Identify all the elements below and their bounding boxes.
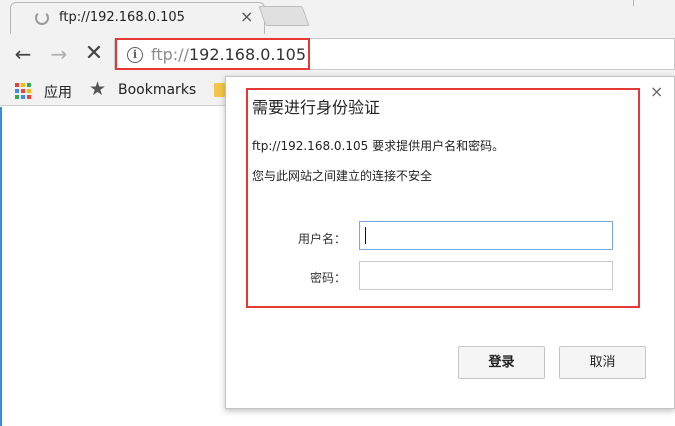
apps-grid-dot [15,83,19,87]
text-caret [365,227,366,244]
forward-arrow-icon[interactable]: → [47,42,71,66]
apps-grid-dot [21,95,25,99]
stop-loading-icon[interactable]: ✕ [82,42,106,66]
username-label: 用户名： [297,232,346,246]
password-label: 密码： [309,271,346,285]
star-icon[interactable]: ★ [89,78,106,100]
address-url[interactable]: ftp://192.168.0.105 [151,45,306,64]
apps-grid-dot [27,89,31,93]
login-button[interactable]: 登录 [458,346,545,379]
tab-close-icon[interactable]: × [240,8,253,26]
dialog-title: 需要进行身份验证 [252,98,381,117]
browser-toolbar: ← → ✕ i ftp://192.168.0.105 [0,34,675,76]
apps-grid-dot [27,83,31,87]
username-field[interactable] [359,221,613,250]
tab-title: ftp://192.168.0.105 [59,10,185,25]
back-arrow-icon[interactable]: ← [11,42,35,66]
apps-bookmark-label[interactable]: 应用 [44,82,72,102]
apps-grid-dot [21,89,25,93]
bookmarks-label[interactable]: Bookmarks [118,82,196,98]
apps-grid-dot [27,95,31,99]
auth-dialog: × 需要进行身份验证 ftp://192.168.0.105 要求提供用户名和密… [225,76,675,409]
new-tab-button[interactable] [258,6,310,26]
page-left-edge [0,107,2,426]
apps-grid-dot [15,95,19,99]
apps-grid-dot [21,83,25,87]
apps-grid-icon[interactable] [15,83,31,99]
info-icon[interactable]: i [127,47,143,63]
dialog-warning: 您与此网站之间建立的连接不安全 [252,169,433,183]
loading-spinner-icon [35,11,49,25]
dialog-message: ftp://192.168.0.105 要求提供用户名和密码。 [252,139,505,153]
window-edge [633,0,675,6]
tab-strip: ftp://192.168.0.105 × [0,0,675,34]
address-bar[interactable]: i ftp://192.168.0.105 [114,38,675,70]
url-host: 192.168.0.105 [188,45,307,64]
browser-tab[interactable]: ftp://192.168.0.105 × [10,2,265,34]
dialog-close-icon[interactable]: × [650,83,663,101]
url-scheme: ftp:// [151,45,189,64]
password-field[interactable] [359,261,613,290]
cancel-button[interactable]: 取消 [559,346,646,379]
apps-grid-dot [15,89,19,93]
